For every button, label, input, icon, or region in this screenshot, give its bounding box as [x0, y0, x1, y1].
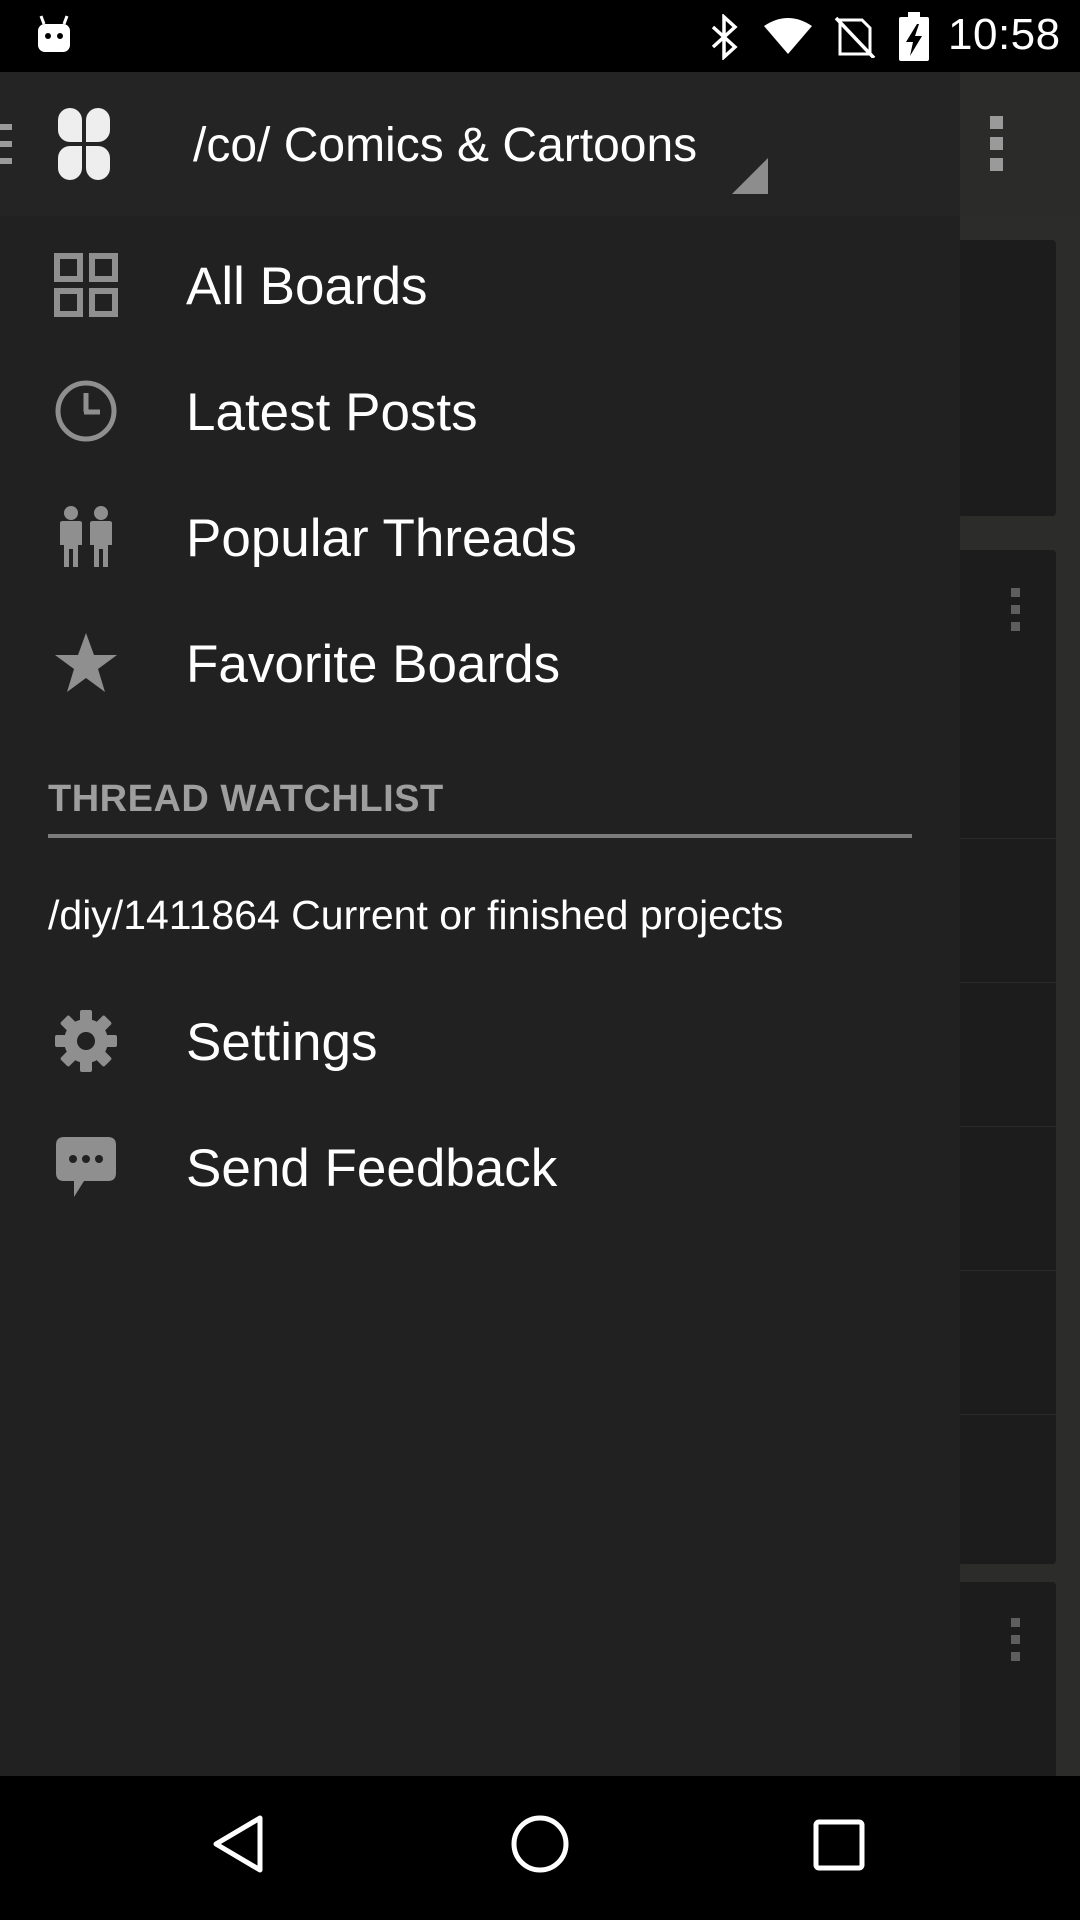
gear-icon [55, 1010, 117, 1072]
nav-item-label: All Boards [186, 257, 428, 316]
star-icon [55, 633, 117, 692]
divider [958, 838, 1056, 839]
card-menu-icon[interactable] [1006, 1616, 1026, 1664]
chat-bubble-icon [56, 1137, 116, 1197]
drawer-header: /co/ Comics & Cartoons [0, 72, 960, 216]
watchlist-item-label: /diy/1411864 Current or finished project… [48, 892, 784, 938]
system-navigation-bar [0, 1776, 1080, 1920]
card-menu-icon[interactable] [1006, 586, 1026, 634]
divider [958, 982, 1056, 983]
back-icon[interactable] [208, 1812, 268, 1876]
battery-charging-icon [899, 12, 929, 61]
recents-icon[interactable] [812, 1818, 868, 1874]
divider [958, 1270, 1056, 1271]
no-sim-signal-icon [834, 16, 876, 58]
nav-item-label: Popular Threads [186, 509, 577, 568]
wifi-icon [764, 18, 812, 54]
nav-item-label: Settings [186, 1013, 378, 1072]
watchlist-item[interactable]: /diy/1411864 Current or finished project… [0, 872, 960, 972]
navigation-drawer: /co/ Comics & Cartoons All Boards Latest… [0, 72, 960, 1776]
nav-item-settings[interactable]: Settings [0, 978, 960, 1104]
home-icon[interactable] [508, 1812, 572, 1876]
nav-item-label: Send Feedback [186, 1139, 558, 1198]
board-selector-dropdown[interactable]: /co/ Comics & Cartoons [190, 72, 770, 216]
thread-card[interactable] [958, 1582, 1056, 1782]
dropdown-arrow-icon [732, 158, 768, 194]
selected-board-label: /co/ Comics & Cartoons [193, 119, 698, 172]
watchlist-section-header: THREAD WATCHLIST [48, 778, 444, 820]
grid-icon [54, 253, 118, 317]
nav-item-all-boards[interactable]: All Boards [0, 222, 960, 348]
thread-card[interactable] [958, 240, 1056, 516]
people-icon [60, 506, 112, 567]
divider [958, 1414, 1056, 1415]
status-time: 10:58 [948, 10, 1061, 59]
divider [958, 1126, 1056, 1127]
clover-logo-icon [58, 108, 110, 180]
bluetooth-icon [711, 14, 738, 60]
nav-item-favorite-boards[interactable]: Favorite Boards [0, 600, 960, 726]
overflow-menu-icon[interactable] [980, 112, 1012, 176]
android-notification-icon [38, 15, 70, 52]
nav-item-latest-posts[interactable]: Latest Posts [0, 348, 960, 474]
thread-card[interactable] [958, 550, 1056, 1564]
section-divider [48, 834, 912, 838]
nav-item-send-feedback[interactable]: Send Feedback [0, 1104, 960, 1230]
screen: 10:58 /co/ Comics & Cartoons All Boards … [0, 0, 1080, 1920]
nav-item-label: Latest Posts [186, 383, 478, 442]
status-bar: 10:58 [0, 0, 1080, 72]
nav-item-label: Favorite Boards [186, 635, 561, 694]
clock-icon [55, 380, 117, 442]
hamburger-icon[interactable] [0, 122, 14, 166]
nav-item-popular-threads[interactable]: Popular Threads [0, 474, 960, 600]
